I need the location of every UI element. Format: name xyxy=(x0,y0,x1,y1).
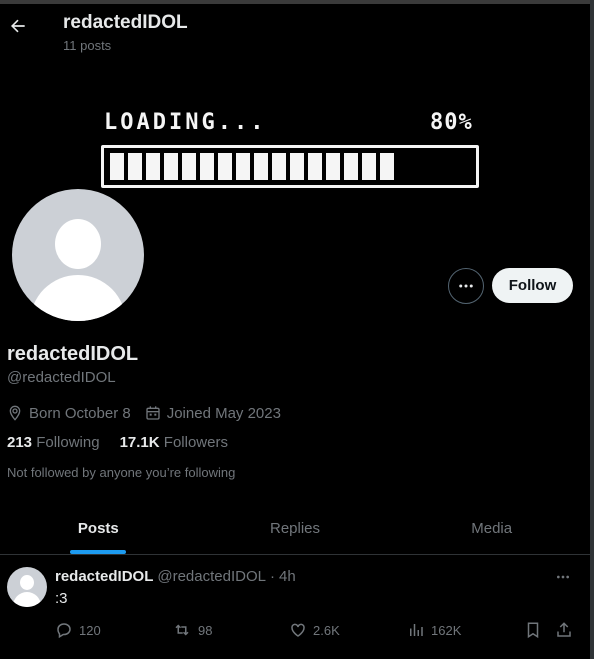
post-count: 11 posts xyxy=(63,38,112,53)
post-actions: 120 98 2.6K 162K xyxy=(55,621,575,641)
tab-posts-label: Posts xyxy=(77,520,119,537)
following-link[interactable]: 213 Following xyxy=(7,434,100,451)
follow-stats: 213 Following 17.1K Followers xyxy=(7,434,248,451)
repost-count: 98 xyxy=(198,622,213,638)
not-followed-notice: Not followed by anyone you’re following xyxy=(7,465,236,480)
birthday-text: Born October 8 xyxy=(29,404,131,422)
more-options-button[interactable] xyxy=(448,268,484,304)
banner-progress-bar xyxy=(101,145,479,188)
default-avatar-icon xyxy=(11,188,144,321)
followers-label: Followers xyxy=(163,434,228,451)
following-count: 213 xyxy=(7,434,33,451)
profile-header: redactedIDOL 11 posts xyxy=(0,4,590,54)
reply-button[interactable]: 120 xyxy=(55,621,101,639)
repost-button[interactable]: 98 xyxy=(172,621,212,639)
follow-button[interactable]: Follow xyxy=(492,268,573,303)
post-separator: · xyxy=(269,568,275,585)
arrow-left-icon xyxy=(11,19,25,33)
birthday-item: Born October 8 xyxy=(7,404,131,422)
tab-posts[interactable]: Posts xyxy=(0,503,197,554)
post-author-name[interactable]: redactedIDOL xyxy=(55,568,153,585)
views-count: 162K xyxy=(431,622,462,638)
post-header: redactedIDOL @redactedIDOL · 4h xyxy=(55,568,296,585)
followers-link[interactable]: 17.1K Followers xyxy=(120,434,228,451)
reply-icon xyxy=(57,623,71,639)
share-icon xyxy=(557,622,571,637)
more-dots-icon xyxy=(557,575,569,579)
post-item[interactable]: redactedIDOL @redactedIDOL · 4h :3 120 9… xyxy=(0,555,590,659)
tab-replies-label: Replies xyxy=(269,520,321,537)
page-title: redactedIDOL xyxy=(63,12,188,33)
display-name: redactedIDOL xyxy=(7,343,139,365)
post-more-button[interactable] xyxy=(553,567,573,587)
joined-item: Joined May 2023 xyxy=(145,405,281,422)
like-button[interactable]: 2.6K xyxy=(289,621,340,639)
location-pin-icon xyxy=(9,405,21,421)
bookmark-icon xyxy=(527,622,539,639)
following-label: Following xyxy=(36,434,100,451)
profile-tabs: Posts Replies Media xyxy=(0,503,590,555)
tab-media[interactable]: Media xyxy=(393,503,590,554)
scrollbar-track[interactable] xyxy=(590,0,594,659)
post-author-handle[interactable]: @redactedIDOL xyxy=(157,568,266,585)
bookmark-button[interactable] xyxy=(524,621,548,639)
post-timestamp[interactable]: 4h xyxy=(279,568,296,585)
progress-fill xyxy=(110,153,398,180)
tab-media-label: Media xyxy=(471,520,513,537)
reply-count: 120 xyxy=(79,622,101,638)
banner-loading-text: LOADING... xyxy=(104,110,267,135)
tab-replies[interactable]: Replies xyxy=(197,503,394,554)
post-text: :3 xyxy=(55,590,68,607)
repost-icon xyxy=(175,624,189,636)
profile-meta: Born October 8 Joined May 2023 xyxy=(7,403,295,423)
views-chart-icon xyxy=(410,624,423,636)
like-count: 2.6K xyxy=(313,622,340,638)
back-button[interactable] xyxy=(4,12,32,40)
user-handle: @redactedIDOL xyxy=(7,369,116,386)
share-button[interactable] xyxy=(555,621,579,639)
joined-text: Joined May 2023 xyxy=(166,404,281,422)
followers-count: 17.1K xyxy=(119,434,160,451)
post-avatar[interactable] xyxy=(7,567,47,607)
heart-icon xyxy=(291,623,305,637)
progress-track xyxy=(110,153,470,180)
active-tab-indicator xyxy=(70,550,127,554)
banner-percent-text: 80% xyxy=(430,110,473,135)
avatar[interactable] xyxy=(9,186,146,323)
more-dots-icon xyxy=(459,284,473,288)
views-button[interactable]: 162K xyxy=(407,621,461,639)
calendar-icon xyxy=(146,406,160,420)
